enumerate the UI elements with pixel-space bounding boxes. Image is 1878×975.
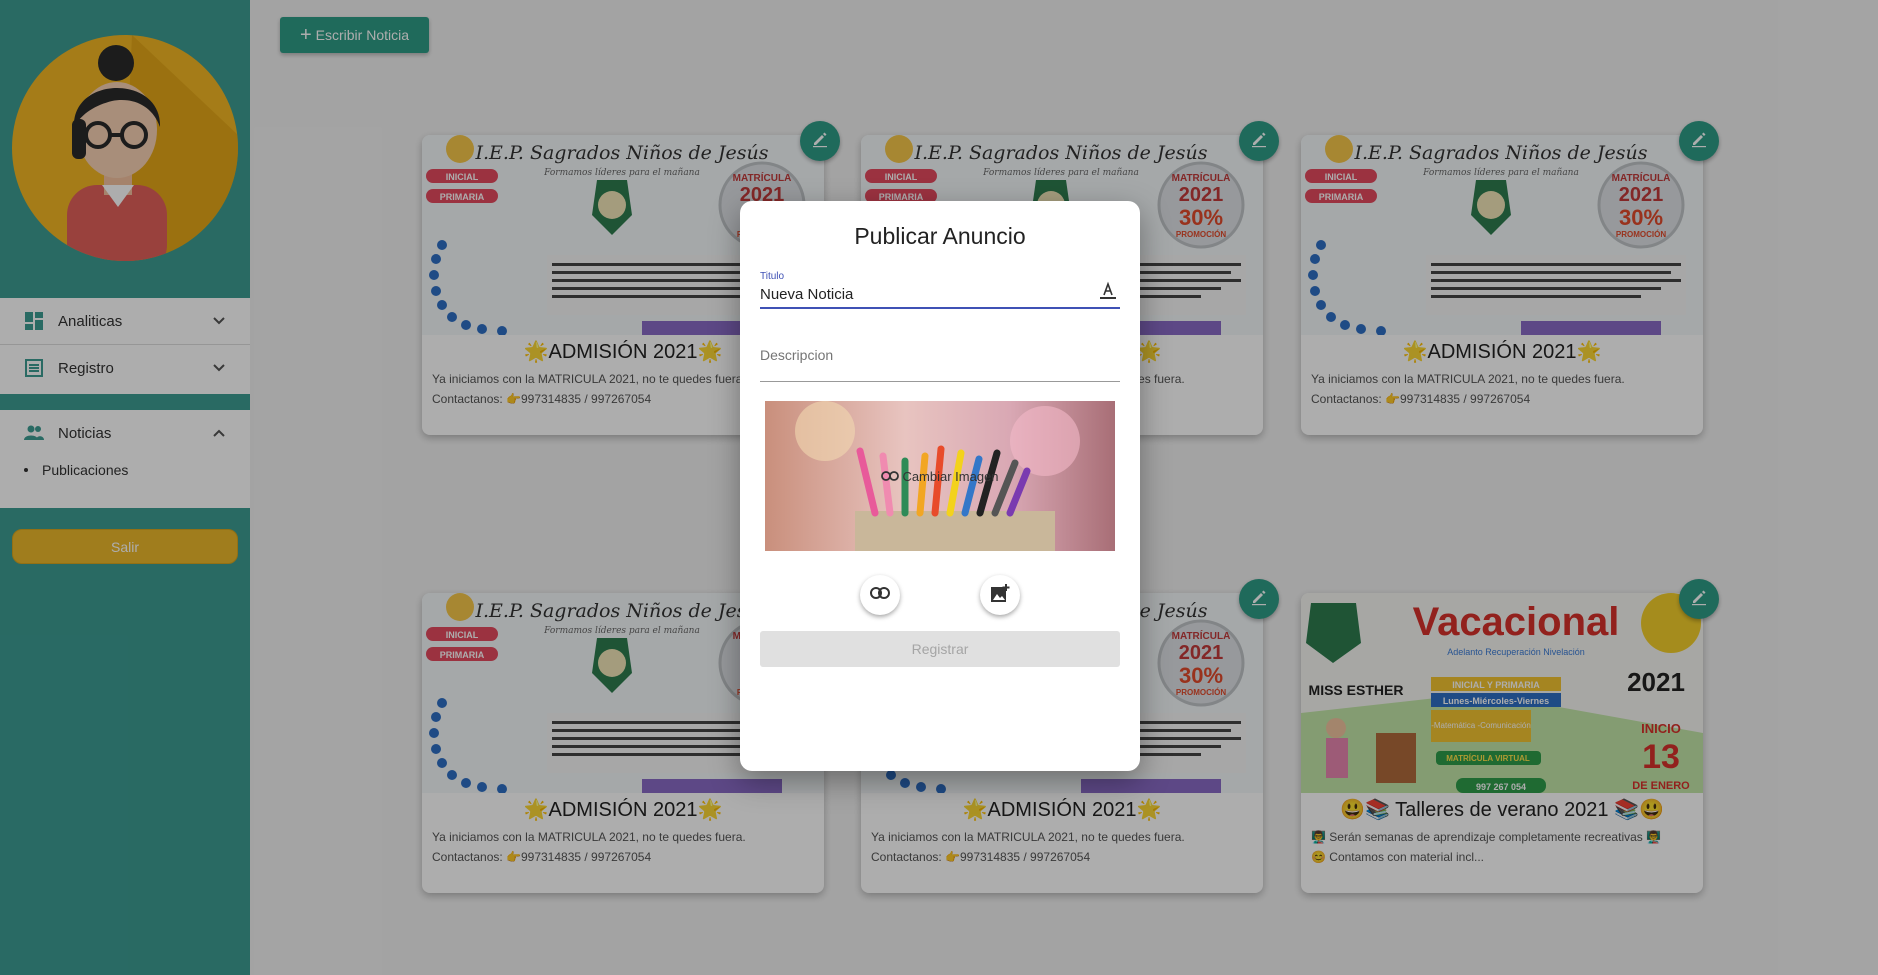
text-format-icon[interactable] <box>1098 281 1118 301</box>
submit-button[interactable]: Registrar <box>760 631 1120 667</box>
titulo-label: Titulo <box>760 271 785 282</box>
change-image-label: Cambiar Imagen <box>902 468 999 484</box>
titulo-field: Titulo <box>760 271 1120 309</box>
titulo-input[interactable] <box>760 282 1120 309</box>
publish-dialog: Publicar Anuncio Titulo Nueva Noticia De… <box>740 201 1140 771</box>
descripcion-input[interactable] <box>760 347 1120 382</box>
link-icon <box>881 469 900 484</box>
change-image-button[interactable]: Cambiar Imagen <box>765 401 1115 551</box>
dialog-title: Publicar Anuncio <box>854 223 1026 249</box>
news-image-preview: Cambiar Imagen <box>765 401 1115 551</box>
add-link-button[interactable] <box>860 575 900 615</box>
add-photo-icon <box>990 583 1010 608</box>
descripcion-field <box>760 347 1120 387</box>
add-image-button[interactable] <box>980 575 1020 615</box>
link-icon <box>870 586 890 604</box>
